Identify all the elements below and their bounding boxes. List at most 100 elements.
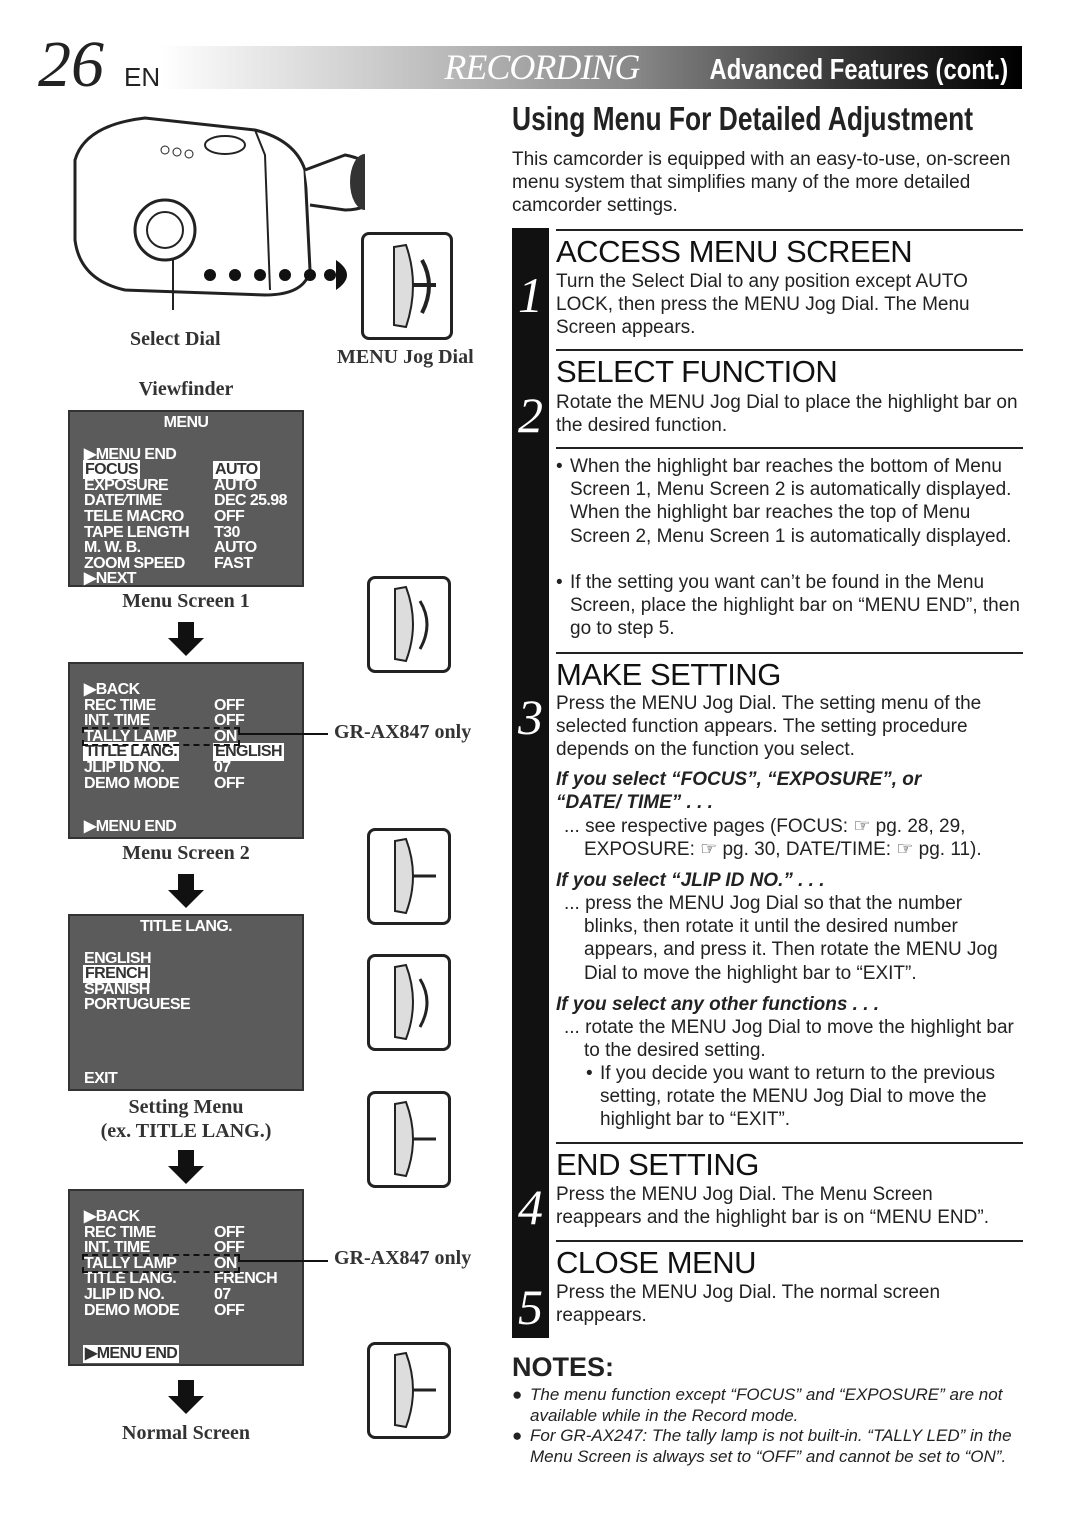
menu-screen-1-caption: Menu Screen 1 xyxy=(122,590,250,612)
intro-text: This camcorder is equipped with an easy-… xyxy=(512,149,1011,217)
menu-label: ▶BACK xyxy=(84,681,140,698)
notes-heading: NOTES: xyxy=(512,1352,615,1382)
note-item: ● The menu function except “FOCUS” and “E… xyxy=(512,1385,1003,1425)
menu-row: ▶NEXT xyxy=(70,571,302,587)
menu-row: REC TIME OFF xyxy=(70,1223,302,1241)
bullet-text: When the highlight bar reaches the botto… xyxy=(570,456,1012,547)
menu-value: 07 xyxy=(214,758,231,776)
menu-label: REC TIME xyxy=(84,1223,156,1241)
menu-label: DEMO MODE xyxy=(84,1301,180,1319)
menu-row: TITLE LANG. ENGLISH xyxy=(70,742,302,762)
menu-row: INT. TIME OFF xyxy=(70,713,302,729)
section-banner: RECORDING Advanced Features (cont.) xyxy=(160,46,1022,89)
menu-label: INT. TIME xyxy=(84,712,150,730)
menu-value: ENGLISH xyxy=(213,743,284,761)
section-title-italic: RECORDING xyxy=(444,47,640,87)
menu-value: AUTO xyxy=(214,539,257,557)
menu-value: OFF xyxy=(214,712,245,730)
menu-row: ENGLISH xyxy=(70,950,302,967)
step-text: Press the MENU Jog Dial. The normal scre… xyxy=(556,1282,941,1327)
jog-dial-label: MENU Jog Dial xyxy=(337,346,474,368)
case-heading: If you select “FOCUS”, “EXPOSURE”, or “D… xyxy=(556,769,922,813)
jog-dial-press-icon xyxy=(367,828,451,925)
menu-label: JLIP ID NO. xyxy=(84,1285,165,1303)
divider xyxy=(556,447,1023,449)
case-text: ... see respective pages (FOCUS: ☞ pg. 2… xyxy=(564,816,982,861)
menu-end-item: ▶MENU END xyxy=(82,1345,180,1363)
menu-label: M. W. B. xyxy=(84,539,141,557)
menu-row: ▶BACK xyxy=(70,1209,302,1225)
menu-value: OFF xyxy=(214,1239,245,1257)
note-text: The menu function except “FOCUS” and “EX… xyxy=(530,1385,1003,1425)
leader-line xyxy=(238,1260,328,1262)
menu-screen-2-caption: Menu Screen 2 xyxy=(122,842,250,864)
bullet-item: • If the setting you want can’t be found … xyxy=(556,572,1020,640)
menu-label: JLIP ID NO. xyxy=(84,758,165,776)
bullet-text: If the setting you want can’t be found i… xyxy=(570,572,1020,640)
menu-row: TAPE LENGTH T30 xyxy=(70,523,302,541)
menu-row: INT. TIME OFF xyxy=(70,1240,302,1256)
step-heading: CLOSE MENU xyxy=(556,1240,1023,1282)
select-dial-label: Select Dial xyxy=(130,328,221,350)
menu-label: DEMO MODE xyxy=(84,774,180,792)
step-number: 2 xyxy=(518,387,543,443)
menu-label: DATE⁄TIME xyxy=(84,492,162,510)
menu-value: AUTO xyxy=(213,461,260,479)
menu-screen-1: MENU ▶MENU END FOCUS AUTO EXPOSURE AUTO DATE⁄… xyxy=(68,410,304,587)
case-text: ... rotate the MENU Jog Dial to move the… xyxy=(564,1017,1014,1062)
menu-row: DEMO MODE OFF xyxy=(70,774,302,792)
step-number: 4 xyxy=(518,1179,543,1235)
menu-row: FOCUS AUTO xyxy=(70,460,302,480)
arrow-down-icon xyxy=(168,1150,204,1184)
setting-menu-caption: Setting Menu xyxy=(128,1096,244,1118)
menu-row: SPANISH xyxy=(70,981,302,998)
menu-label: ▶NEXT xyxy=(84,570,137,588)
menu-value: FRENCH xyxy=(214,1270,278,1288)
language-label: EN xyxy=(124,62,161,92)
jog-dial-press-icon xyxy=(367,1091,451,1188)
jog-dial-rotate-icon xyxy=(367,954,451,1051)
menu-label: EXPOSURE xyxy=(84,476,169,494)
menu-label: TAPE LENGTH xyxy=(84,523,190,541)
step-text: Rotate the MENU Jog Dial to place the hi… xyxy=(556,392,1018,437)
menu-row: DATE⁄TIME DEC 25.98 xyxy=(70,493,302,509)
menu-row: JLIP ID NO. 07 xyxy=(70,758,302,776)
page-title: Using Menu For Detailed Adjustment xyxy=(512,100,974,137)
case-heading: If you select “JLIP ID NO.” . . . xyxy=(556,870,825,891)
menu-screen-2-updated: ▶BACK REC TIME OFF INT. TIME OFF TALLY LAMP ON… xyxy=(68,1189,304,1366)
menu-row: FRENCH xyxy=(70,965,302,983)
menu-title: TITLE LANG. xyxy=(139,918,233,935)
menu-row: EXPOSURE AUTO xyxy=(70,476,302,494)
menu-label: FOCUS xyxy=(82,460,141,480)
menu-value: OFF xyxy=(214,1223,245,1241)
menu-label: REC TIME xyxy=(84,696,156,714)
menu-label: TELE MACRO xyxy=(84,507,184,525)
menu-value: AUTO xyxy=(214,476,257,494)
menu-row: M. W. B. AUTO xyxy=(70,540,302,556)
step-number: 1 xyxy=(518,267,543,323)
case-text: ... press the MENU Jog Dial so that the … xyxy=(564,893,998,984)
menu-row: PORTUGUESE xyxy=(70,997,302,1013)
step-number: 5 xyxy=(518,1279,543,1335)
step-text: Press the MENU Jog Dial. The Menu Screen… xyxy=(556,1184,989,1229)
step-heading: MAKE SETTING xyxy=(556,652,1023,694)
menu-label: INT. TIME xyxy=(84,1239,150,1257)
menu-option: FRENCH xyxy=(82,965,151,983)
step-text: Press the MENU Jog Dial. The setting men… xyxy=(556,693,982,761)
menu-value: OFF xyxy=(214,696,245,714)
menu-label: TALLY LAMP xyxy=(84,1254,177,1272)
menu-value: OFF xyxy=(214,507,245,525)
viewfinder-label: Viewfinder xyxy=(138,378,234,400)
setting-menu-screen: TITLE LANG. ENGLISH FRENCH SPANISH PORTUGUE… xyxy=(68,914,304,1091)
menu-row: ▶MENU END xyxy=(70,446,302,463)
arrow-down-icon xyxy=(168,874,204,908)
menu-row: TELE MACRO OFF xyxy=(70,507,302,525)
menu-value: OFF xyxy=(214,774,245,792)
menu-value: 07 xyxy=(214,1285,231,1303)
page-number: 26 xyxy=(38,28,104,101)
menu-value: ON xyxy=(214,1254,237,1272)
menu-value: FAST xyxy=(214,554,253,572)
step-heading: END SETTING xyxy=(556,1142,1023,1184)
case-heading: If you select any other functions . . . xyxy=(556,994,880,1015)
menu-row: TALLY LAMP ON xyxy=(82,1253,240,1274)
